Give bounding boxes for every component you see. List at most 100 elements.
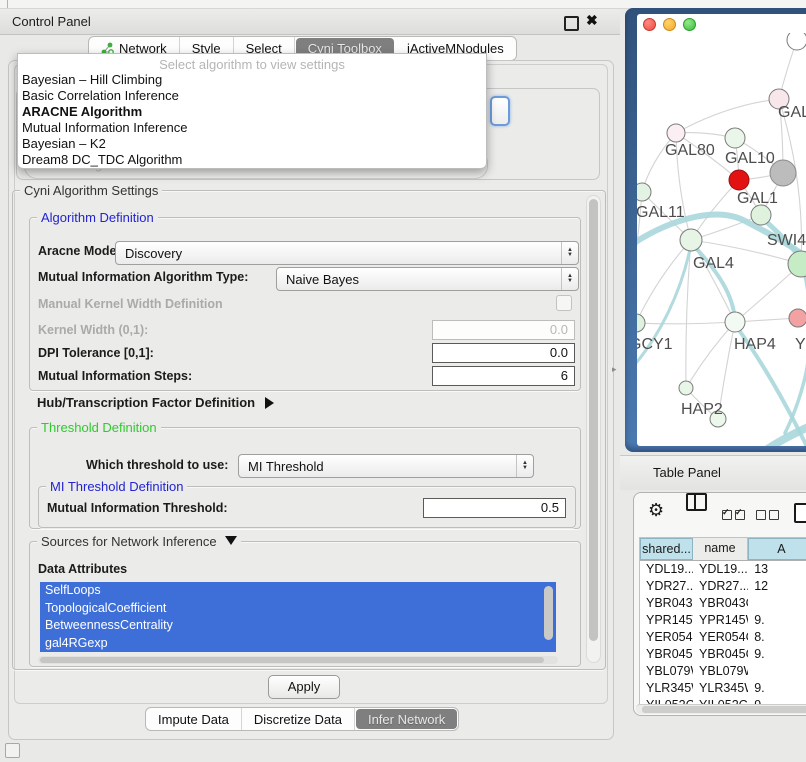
table-row[interactable]: YDL19...YDL19...13 — [640, 561, 806, 578]
dropdown-item-bayesian-hill-climbing[interactable]: Bayesian – Hill Climbing — [18, 72, 486, 88]
table-cell[interactable]: 8. — [748, 629, 806, 646]
table-row[interactable]: YIL052CYIL052C9. — [640, 697, 806, 704]
manual-kernel-width-checkbox[interactable] — [556, 295, 572, 311]
network-view-window[interactable]: GALGAL80GAL10GAL1GAL11SWI4GAL4GCY1HAP4YH… — [637, 14, 806, 446]
network-canvas[interactable]: GALGAL80GAL10GAL1GAL11SWI4GAL4GCY1HAP4YH… — [637, 33, 806, 446]
table-cell[interactable]: 9. — [748, 680, 806, 697]
table-cell[interactable]: YPR145W — [693, 612, 748, 629]
list-item-gal4rgexp[interactable]: gal4RGexp — [40, 635, 556, 653]
sources-group-title[interactable]: Sources for Network Inference — [37, 534, 241, 549]
column-header-A[interactable]: A — [748, 538, 806, 560]
table-cell[interactable]: 12 — [748, 578, 806, 595]
settings-scrollbar-track[interactable] — [586, 195, 601, 663]
network-node-node-salmon[interactable] — [789, 309, 806, 327]
mi-threshold-input[interactable]: 0.5 — [423, 498, 566, 518]
table-cell[interactable]: YBR043C — [693, 595, 748, 612]
settings-scrollbar-thumb[interactable] — [589, 199, 598, 641]
mi-algorithm-type-combo[interactable]: Naive Bayes ▲▼ — [276, 267, 579, 291]
dropdown-item-mutual-information[interactable]: Mutual Information Inference — [18, 120, 486, 136]
attributes-vertical-scrollbar[interactable] — [544, 586, 553, 640]
table-row[interactable]: YPR145WYPR145W9. — [640, 612, 806, 629]
table-cell[interactable]: YDR27... — [640, 578, 693, 595]
dropdown-item-basic-correlation[interactable]: Basic Correlation Inference — [18, 88, 486, 104]
column-header-name[interactable]: name — [693, 538, 748, 560]
table-cell[interactable]: YIL052C — [693, 697, 748, 704]
network-node-HAP4[interactable] — [725, 312, 745, 332]
split-columns-icon[interactable] — [686, 493, 707, 511]
table-cell[interactable]: YBR045C — [640, 646, 693, 663]
table-cell[interactable]: 9. — [748, 697, 806, 704]
column-header-shared...[interactable]: shared... — [640, 538, 693, 560]
window-minimize-icon[interactable] — [663, 18, 676, 31]
table-cell[interactable]: YLR345W — [640, 680, 693, 697]
table-row[interactable]: YER054CYER054C8. — [640, 629, 806, 646]
network-node-GAL80[interactable] — [667, 124, 685, 142]
new-column-icon[interactable] — [794, 503, 806, 523]
dropdown-item-dream8[interactable]: Dream8 DC_TDC Algorithm — [18, 152, 486, 168]
table-cell[interactable]: YBR043C — [640, 595, 693, 612]
table-cell[interactable]: YDL19... — [640, 561, 693, 578]
table-cell[interactable]: YIL052C — [640, 697, 693, 704]
table-cell[interactable]: YLR345W — [693, 680, 748, 697]
float-panel-icon[interactable] — [564, 16, 579, 31]
table-row[interactable]: YBR045CYBR045C9. — [640, 646, 806, 663]
table-horizontal-scrollbar[interactable] — [636, 704, 806, 714]
table-cell[interactable]: 9. — [748, 612, 806, 629]
tab-discretize-data[interactable]: Discretize Data — [242, 708, 355, 730]
network-edge — [686, 322, 735, 388]
network-node-GAL11[interactable] — [637, 183, 651, 201]
table-cell[interactable]: 9. — [748, 646, 806, 663]
kernel-width-input[interactable]: 0.0 — [432, 320, 575, 340]
table-cell[interactable]: YPR145W — [640, 612, 693, 629]
sources-for-network-inference-group: Sources for Network Inference Data Attri… — [29, 541, 581, 667]
table-cell[interactable]: 13 — [748, 561, 806, 578]
dropdown-item-bayesian-k2[interactable]: Bayesian – K2 — [18, 136, 486, 152]
network-node-GAL1[interactable] — [751, 205, 771, 225]
network-node-HAP2[interactable] — [679, 381, 693, 395]
network-node-node-top-partial[interactable] — [787, 33, 806, 50]
table-cell[interactable]: YBL079W — [640, 663, 693, 680]
table-cell[interactable] — [748, 663, 806, 680]
mi-steps-input[interactable]: 6 — [432, 366, 575, 386]
control-panel-titlebar: Control Panel ✖ — [0, 9, 620, 35]
select-all-columns-icon[interactable] — [722, 507, 748, 525]
list-item-betweennesscentrality[interactable]: BetweennessCentrality — [40, 617, 556, 635]
table-cell[interactable] — [748, 595, 806, 612]
table-hscroll-thumb[interactable] — [642, 706, 806, 713]
dock-mini-icon[interactable] — [5, 743, 20, 758]
close-panel-icon[interactable]: ✖ — [586, 12, 598, 29]
table-row[interactable]: YLR345WYLR345W9. — [640, 680, 806, 697]
dpi-tolerance-input[interactable]: 0.0 — [432, 343, 575, 363]
network-node-node-red[interactable] — [729, 170, 749, 190]
list-item-topologicalcoefficient[interactable]: TopologicalCoefficient — [40, 600, 556, 618]
hub-transcription-factor-expander[interactable]: Hub/Transcription Factor Definition — [37, 395, 274, 410]
network-node-GAL10[interactable] — [725, 128, 745, 148]
table-cell[interactable]: YDR27... — [693, 578, 748, 595]
attributes-hscroll-thumb[interactable] — [40, 657, 544, 663]
table-cell[interactable]: YBL079W — [693, 663, 748, 680]
gear-icon[interactable]: ⚙ — [648, 500, 664, 521]
window-close-icon[interactable] — [643, 18, 656, 31]
table-cell[interactable]: YDL19... — [693, 561, 748, 578]
window-zoom-icon[interactable] — [683, 18, 696, 31]
table-cell[interactable]: YER054C — [640, 629, 693, 646]
network-node-GAL4[interactable] — [680, 229, 702, 251]
deselect-all-columns-icon[interactable] — [756, 507, 782, 525]
table-cell[interactable]: YER054C — [693, 629, 748, 646]
network-node-GCY1[interactable] — [637, 314, 645, 332]
attributes-horizontal-scrollbar[interactable] — [38, 656, 558, 664]
which-threshold-combo[interactable]: MI Threshold ▲▼ — [238, 454, 534, 478]
list-item-selfloops[interactable]: SelfLoops — [40, 582, 556, 600]
mi-threshold-definition-group: MI Threshold Definition Mutual Informati… — [38, 486, 576, 528]
splitter-handle-icon[interactable]: ▸ — [612, 364, 617, 375]
data-attributes-list[interactable]: SelfLoops TopologicalCoefficient Between… — [40, 582, 556, 652]
tab-impute-data[interactable]: Impute Data — [146, 708, 242, 730]
dropdown-item-aracne[interactable]: ARACNE Algorithm — [18, 104, 486, 120]
table-row[interactable]: YBL079WYBL079W — [640, 663, 806, 680]
tab-infer-network[interactable]: Infer Network — [356, 709, 457, 729]
table-cell[interactable]: YBR045C — [693, 646, 748, 663]
aracne-mode-combo[interactable]: Discovery ▲▼ — [115, 241, 579, 265]
table-row[interactable]: YBR043CYBR043C — [640, 595, 806, 612]
apply-button[interactable]: Apply — [268, 675, 340, 699]
table-row[interactable]: YDR27...YDR27...12 — [640, 578, 806, 595]
